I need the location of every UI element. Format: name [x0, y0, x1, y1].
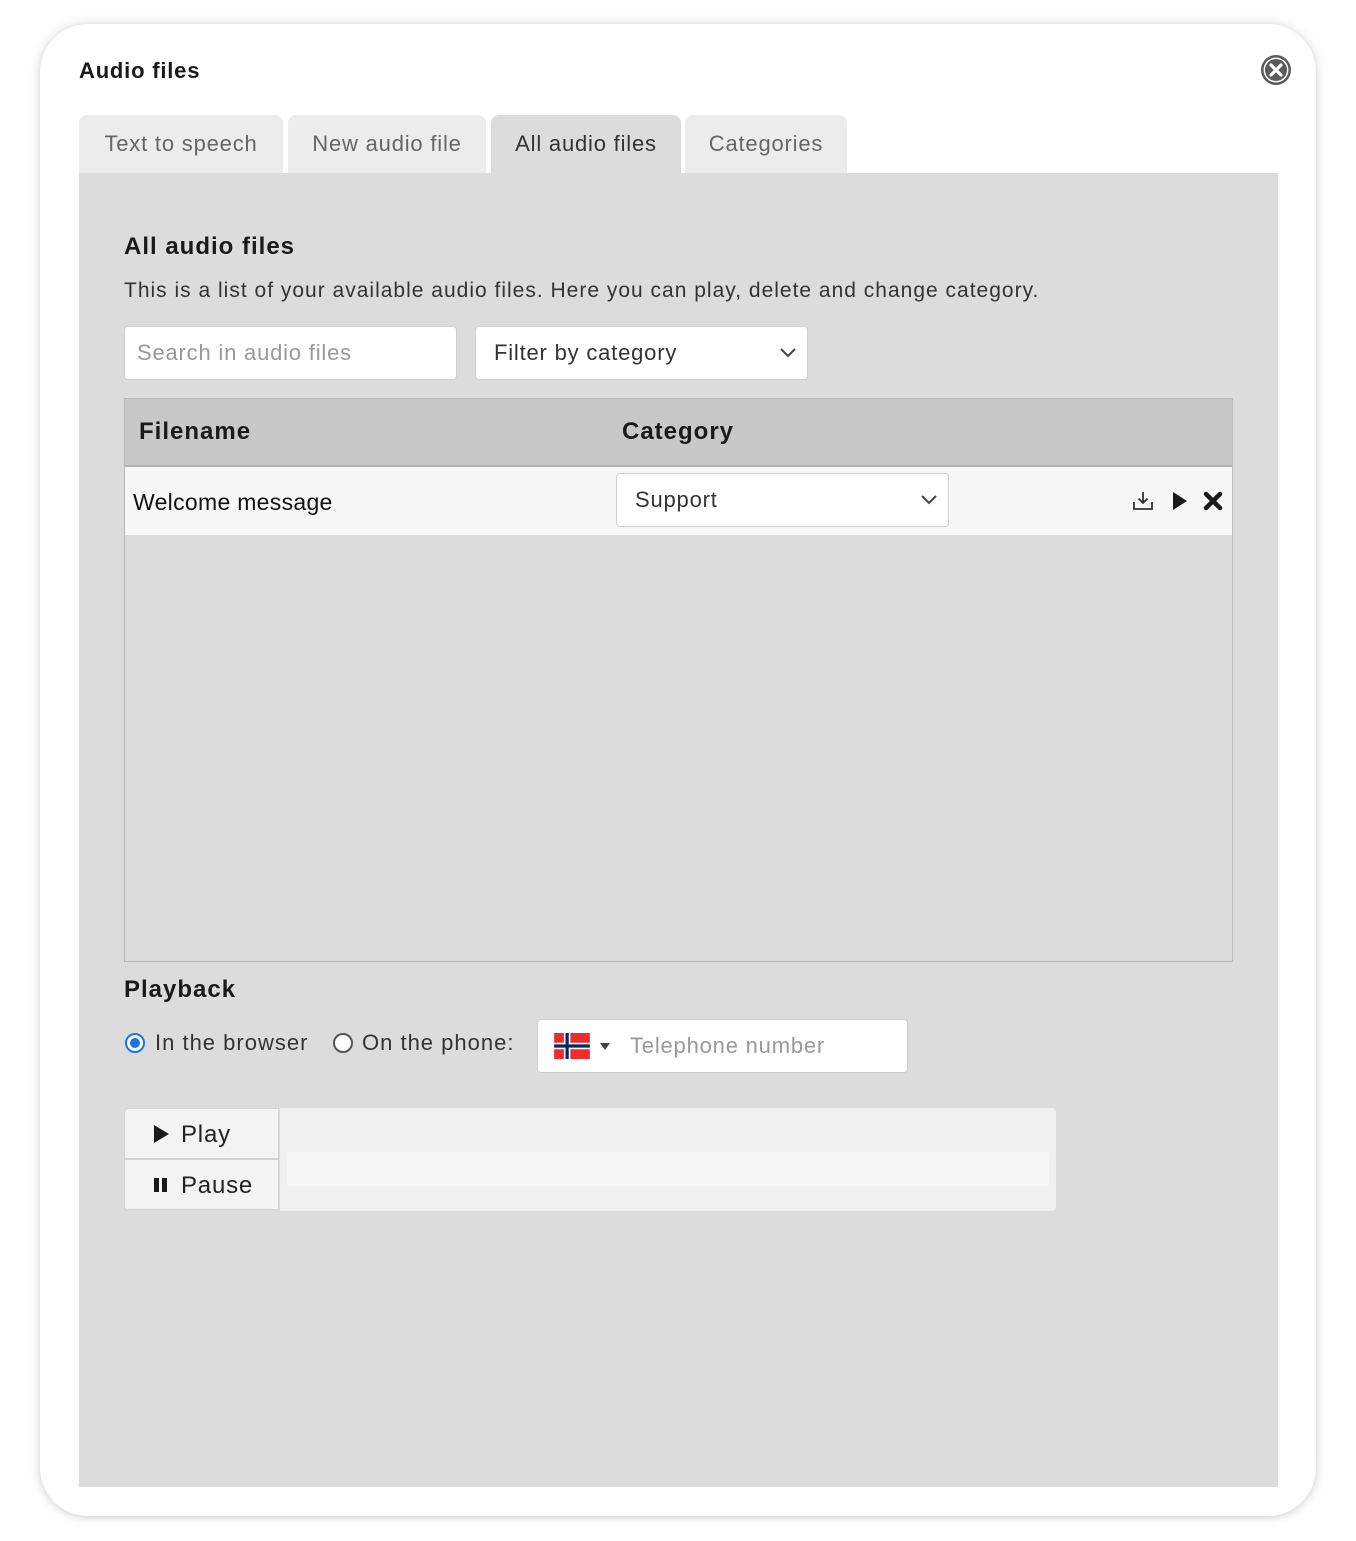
- row-category-value: Support: [635, 487, 718, 512]
- delete-row-button[interactable]: [1201, 489, 1225, 513]
- category-filter-select[interactable]: Filter by category: [475, 326, 808, 380]
- download-icon: [1133, 492, 1153, 510]
- telephone-field: [537, 1019, 908, 1073]
- radio-label-on-phone: On the phone:: [362, 1030, 515, 1055]
- norway-flag-icon[interactable]: [554, 1033, 590, 1059]
- tab-text-to-speech[interactable]: Text to speech: [79, 115, 283, 173]
- audio-player: Play Pause: [124, 1108, 1057, 1212]
- tab-categories[interactable]: Categories: [685, 115, 847, 173]
- tab-all-audio-files[interactable]: All audio files: [491, 115, 681, 173]
- tab-panel: All audio files This is a list of your a…: [79, 173, 1278, 1487]
- progress-track[interactable]: [287, 1152, 1049, 1186]
- play-label: Play: [181, 1121, 231, 1148]
- section-title: All audio files: [124, 233, 296, 260]
- caret-down-icon[interactable]: [600, 1043, 610, 1050]
- row-category-select[interactable]: Support: [616, 473, 949, 527]
- radio-label-in-browser: In the browser: [155, 1030, 309, 1055]
- download-button[interactable]: [1131, 489, 1155, 513]
- audio-files-table: Filename Category Welcome message Suppor…: [124, 398, 1233, 962]
- close-circle-icon: [1261, 55, 1291, 85]
- play-icon: [1173, 492, 1187, 510]
- column-header-filename[interactable]: Filename: [139, 399, 251, 465]
- radio-on-phone[interactable]: [333, 1033, 353, 1053]
- telephone-input[interactable]: [630, 1021, 890, 1071]
- delete-x-icon: [1203, 491, 1223, 511]
- column-header-category[interactable]: Category: [622, 399, 734, 465]
- table-row: Welcome message Support: [125, 467, 1232, 535]
- audio-files-dialog: Audio files Text to speech New audio fil…: [40, 24, 1316, 1516]
- category-filter-value: Filter by category: [494, 340, 678, 365]
- play-icon: [154, 1125, 169, 1143]
- radio-in-browser[interactable]: [125, 1033, 145, 1053]
- player-progress-area: [280, 1108, 1056, 1211]
- close-button[interactable]: [1260, 54, 1292, 86]
- section-description: This is a list of your available audio f…: [124, 279, 1040, 302]
- play-button[interactable]: Play: [124, 1108, 279, 1159]
- dialog-title: Audio files: [79, 58, 201, 83]
- chevron-down-icon: [921, 495, 937, 505]
- chevron-down-icon: [780, 348, 796, 358]
- pause-button[interactable]: Pause: [124, 1159, 279, 1210]
- pause-label: Pause: [181, 1172, 254, 1199]
- table-header: Filename Category: [125, 399, 1232, 467]
- search-input[interactable]: [124, 326, 457, 380]
- play-row-button[interactable]: [1167, 489, 1191, 513]
- playback-title: Playback: [124, 976, 237, 1003]
- tab-new-audio-file[interactable]: New audio file: [288, 115, 486, 173]
- filename-cell: Welcome message: [133, 489, 333, 515]
- pause-icon: [154, 1178, 167, 1192]
